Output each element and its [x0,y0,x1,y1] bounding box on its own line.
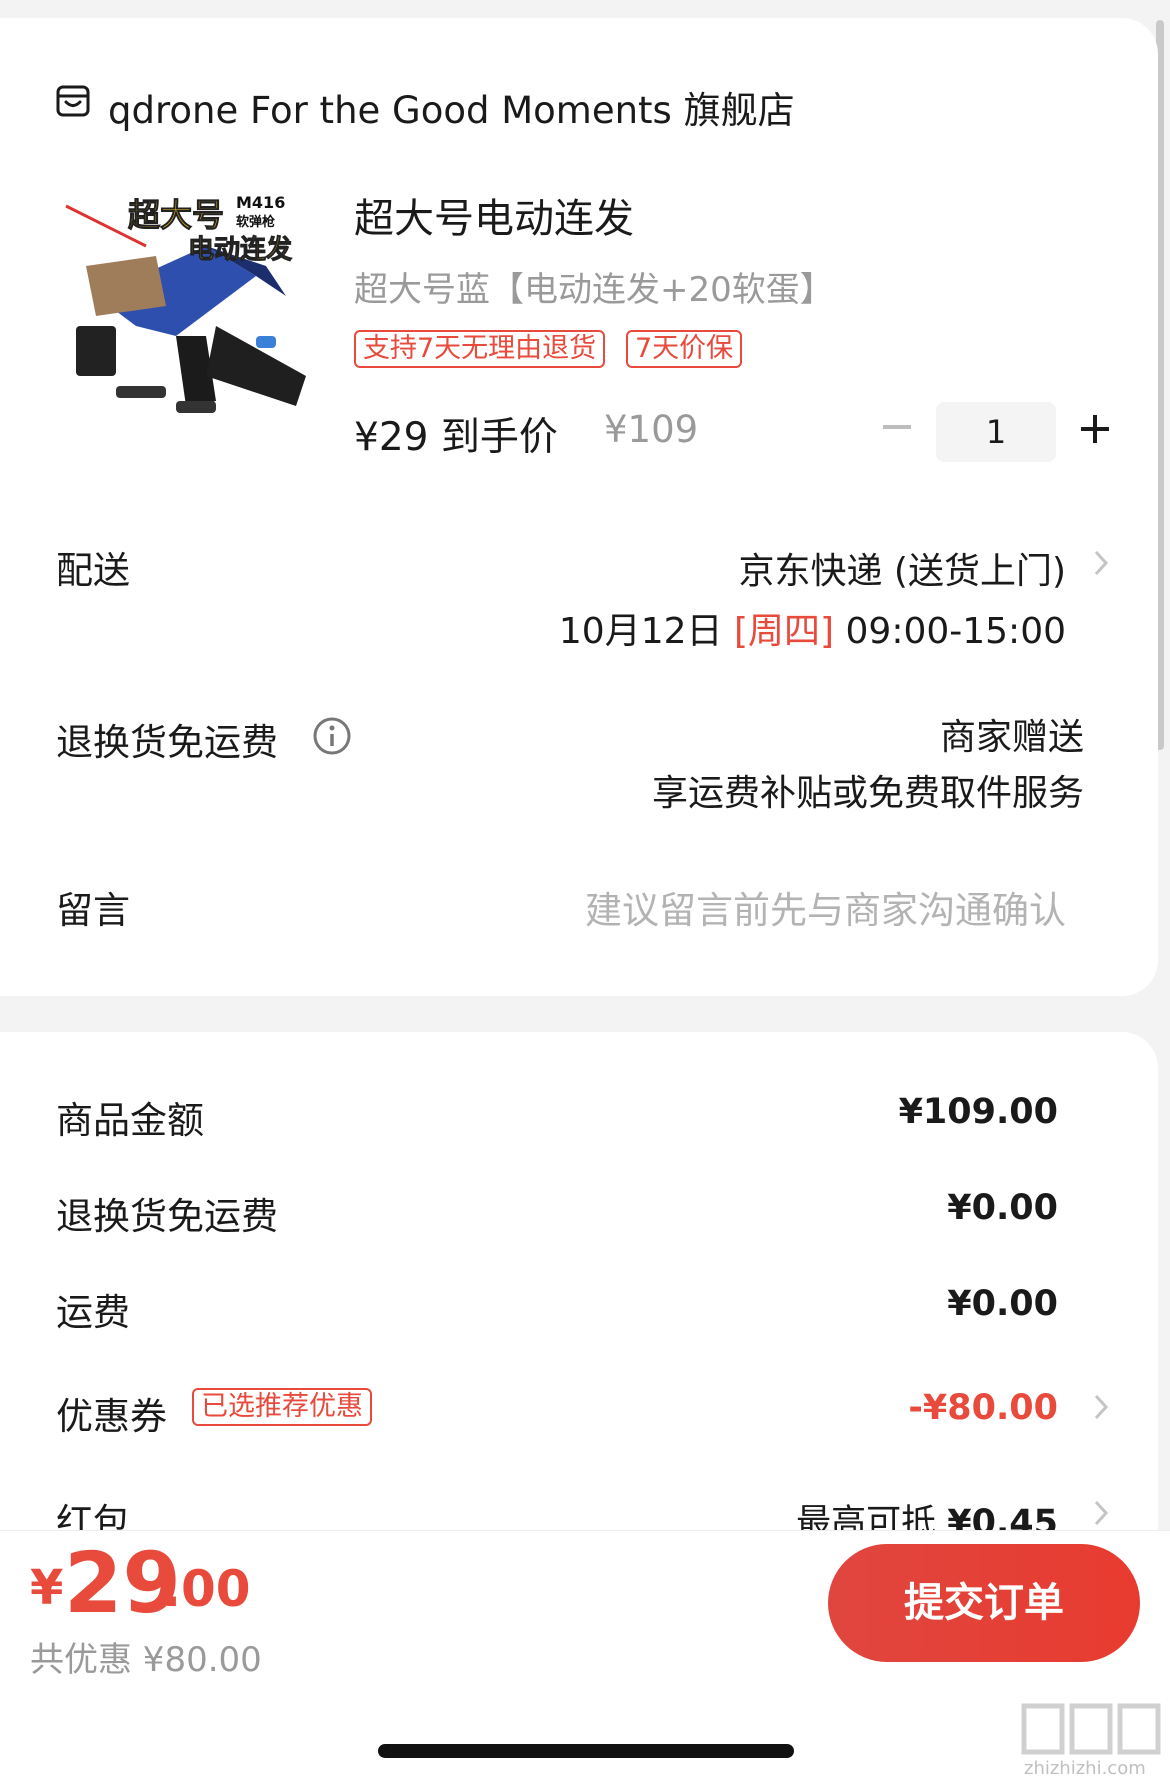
shipping-label: 运费 [56,1291,130,1334]
product-photo: 超大号 M416 软弹枪 电动连发 [56,186,320,448]
image-subtitle-text: 软弹枪 [236,214,275,230]
delivery-time[interactable]: 10月12日 [周四] 09:00-15:00 [559,602,1066,654]
product-spec[interactable]: 超大号蓝【电动连发+20软蛋】 [354,262,834,311]
delivery-method[interactable]: 京东快递 (送货上门) [738,542,1066,594]
total-amount-decimal: .00 [162,1560,251,1618]
product-image[interactable]: 超大号 M416 软弹枪 电动连发 [56,186,320,448]
delivery-label: 配送 [56,549,130,592]
return-fee-subtext: 享运费补贴或免费取件服务 [651,773,1084,814]
total-currency: ¥ [30,1560,64,1616]
return-fee-summary-value: ¥0.00 [947,1188,1058,1228]
image-model-text: M416 [236,193,285,212]
store-name[interactable]: qdrone For the Good Moments 旗舰店 [108,80,795,134]
store-icon [56,85,90,117]
return-fee-label: 退换货免运费 [56,721,278,764]
watermark-logo [1021,1703,1161,1755]
info-icon[interactable] [312,716,352,756]
shipping-value: ¥0.00 [947,1284,1058,1324]
note-label: 留言 [56,889,130,932]
quantity-plus-icon[interactable] [1078,412,1112,446]
return-policy-tag: 支持7天无理由退货 [354,330,606,368]
note-input[interactable]: 建议留言前先与商家沟通确认 [585,880,1066,934]
total-discount: 共优惠 ¥80.00 [30,1640,262,1680]
coupon-value[interactable]: -¥80.00 [908,1388,1058,1428]
coupon-recommend-tag: 已选推荐优惠 [192,1388,372,1426]
image-headline-text: 超大号 [128,196,224,234]
delivery-date: 10月12日 [558,611,723,652]
chevron-right-icon[interactable] [1090,1496,1112,1530]
watermark-text: zhizhizhi.com [1024,1758,1146,1779]
chevron-right-icon[interactable] [1090,1390,1112,1424]
order-card [0,18,1158,996]
quantity-minus-icon[interactable] [880,410,914,444]
goods-amount-value: ¥109.00 [898,1092,1058,1132]
submit-order-button[interactable]: 提交订单 [828,1544,1140,1662]
original-price: ¥109 [604,408,699,451]
home-indicator [378,1744,794,1758]
delivery-window: 09:00-15:00 [845,611,1066,652]
coupon-label: 优惠券 [56,1395,167,1438]
quantity-field[interactable]: 1 [936,402,1056,462]
delivery-weekday: [周四] [733,611,835,652]
price-protect-tag: 7天价保 [626,330,743,368]
product-title[interactable]: 超大号电动连发 [354,186,634,244]
image-banner-text: 电动连发 [188,234,292,265]
goods-amount-label: 商品金额 [56,1099,204,1142]
chevron-right-icon[interactable] [1090,546,1112,580]
return-fee-value: 商家赠送 [939,717,1084,758]
final-price: ¥29 到手价 [354,415,558,460]
return-fee-summary-label: 退换货免运费 [56,1195,278,1238]
